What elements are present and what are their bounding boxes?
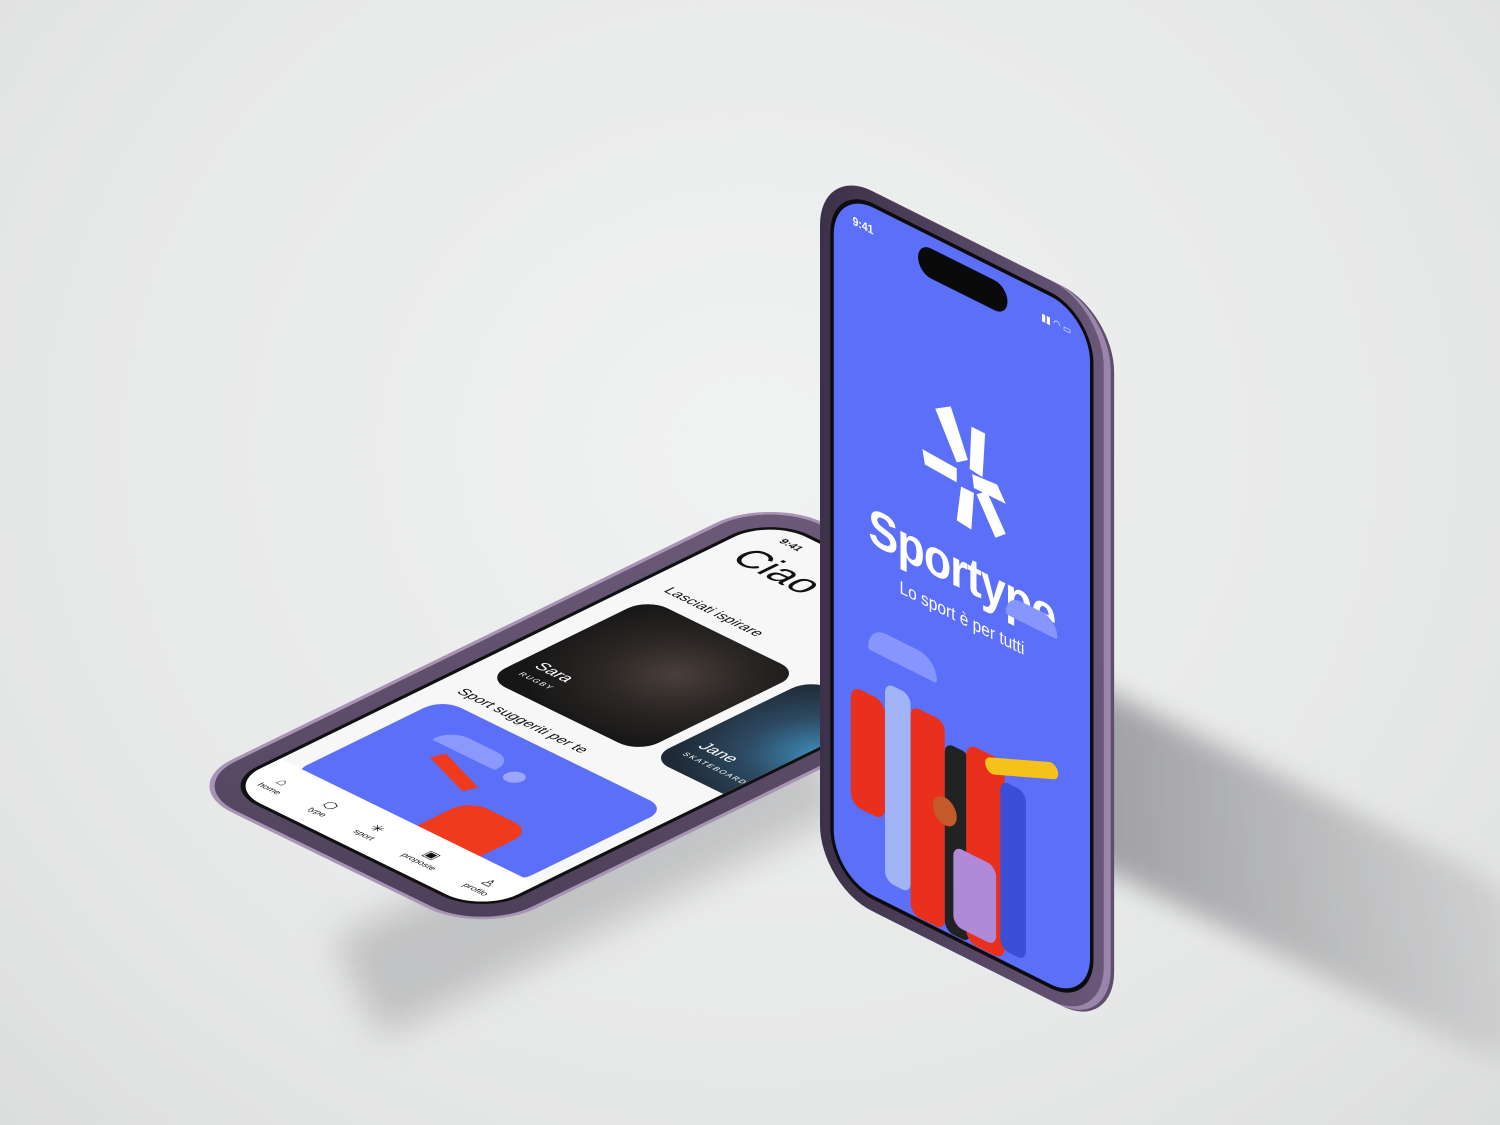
home-icon: ⌂ bbox=[272, 776, 295, 788]
ball-illustration bbox=[498, 769, 531, 786]
nav-sport[interactable]: ✳ sport bbox=[351, 821, 393, 841]
phone-shadow bbox=[1060, 667, 1500, 1073]
splash-screen: 9:41 ▮▮ ◠ ▭ Sportype Lo sport è per tutt… bbox=[830, 182, 1094, 1010]
status-time: 9:41 bbox=[852, 213, 874, 238]
status-time: 9:41 bbox=[775, 537, 807, 553]
nav-profilo[interactable]: ♙ profilo bbox=[461, 874, 507, 896]
nav-proposte[interactable]: ▣ proposte bbox=[399, 844, 455, 871]
nav-type[interactable]: ⬡ type bbox=[306, 798, 346, 818]
splash-phone: 9:41 ▮▮ ◠ ▭ Sportype Lo sport è per tutt… bbox=[820, 165, 1104, 1027]
status-icons: ▮▮ ◠ ▭ bbox=[1041, 311, 1072, 338]
player-illustration bbox=[429, 753, 479, 792]
nav-home[interactable]: ⌂ home bbox=[255, 774, 300, 795]
